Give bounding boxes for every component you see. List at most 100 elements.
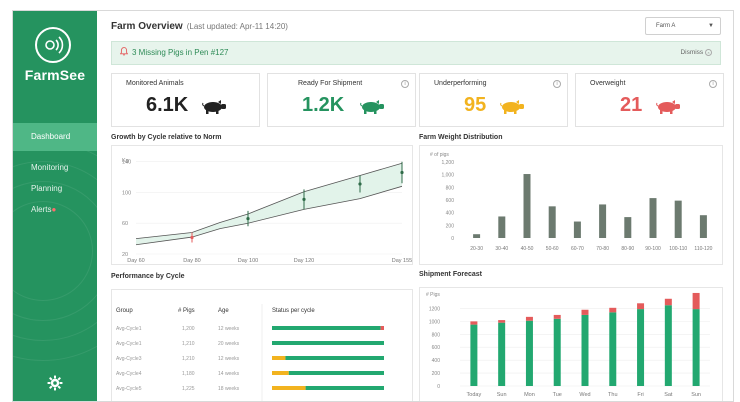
x-tick-label: Day 60 [127,258,144,264]
range-marker-point [190,235,194,240]
sidebar-item-alerts[interactable]: Alerts● [31,205,56,214]
y-tick-label: 200 [446,223,455,229]
pig-tail [656,102,659,107]
pig-leg [216,109,219,114]
table-header: Group [116,308,133,314]
page-title: Farm Overview (Last updated: Apr-11 14:20… [111,21,288,32]
status-bar-green [272,326,381,330]
range-marker-point [400,170,404,175]
shipment-bar-ready [553,318,561,386]
table-cell-group: Avg-Cycle3 [116,356,142,362]
x-tick-label: 40-50 [521,246,534,252]
kpi-label: Overweight [590,80,626,87]
x-tick-label: 90-100 [645,246,661,252]
range-marker-point [358,182,362,186]
y-tick-label: 800 [432,332,441,338]
table-cell-age: 12 weeks [218,326,240,332]
growth-chart-panel: Kg 20 60 100 140 Day 60 Day 80 Day 100 Day 120 Da… [111,145,413,265]
farm-select[interactable]: Farm A ▼ [645,17,721,35]
shipment-bar-overweight [553,314,561,319]
pig-snout [379,104,384,109]
norm-band [136,163,402,245]
pig-shape [500,100,524,114]
info-icon[interactable]: i [401,80,409,88]
x-tick-label: 30-40 [495,246,508,252]
x-tick-label: Today [467,392,482,398]
weight-chart-panel: # of pigs 0 200 400 600 800 1,000 1,200 20-30 30-… [419,145,723,265]
y-tick-label: 0 [451,236,454,242]
info-icon[interactable]: i [553,80,561,88]
shipment-bar-overweight [498,320,506,323]
pig-tail [360,102,363,107]
table-cell-age: 12 weeks [218,356,240,362]
shipment-bar-overweight [637,303,645,310]
pig-snout [221,104,226,109]
table-cell-group: Avg-Cycle4 [116,371,142,377]
shipment-forecast-chart: # Pigs 0 200 400 600 800 1000 1200 Today Sun Mon Tu… [426,292,710,398]
kpi-value: 6.1K [146,94,189,116]
panel-title-shipment: Shipment Forecast [419,271,483,278]
y-axis-label: # of pigs [430,152,449,158]
table-cell-group: Avg-Cycle1 [116,326,142,332]
brand-name: FarmSee [24,67,86,83]
app-frame: FarmSee Dashboard Monitoring Planning Al… [12,10,734,402]
sidebar-decor-ring [13,141,97,361]
shipment-bar-overweight [692,292,700,310]
y-tick-label: 100 [122,190,131,196]
x-tick-label: 70-80 [596,246,609,252]
table-cell-group: Avg-Cycle1 [116,341,142,347]
weight-bar [649,198,657,238]
kpi-card-underperforming: Underperforming i 95 [419,73,568,127]
page-title-text: Farm Overview [111,21,183,32]
x-tick-label: Fri [637,392,643,398]
panel-title-performance: Performance by Cycle [111,273,185,280]
farm-select-value: Farm A [656,23,676,29]
dismiss-button[interactable]: Dismiss × [680,42,712,64]
pig-leg [514,109,517,114]
weight-distribution-chart: # of pigs 0 200 400 600 800 1,000 1,200 20-30 30-… [430,152,713,252]
table-header: # Pigs [178,308,195,314]
shipment-bar-ready [470,324,478,386]
alert-banner: 3 Missing Pigs in Pen #127 Dismiss × [111,41,721,65]
pig-snout [675,104,680,109]
x-tick-label: Mon [524,392,535,398]
y-tick-label: 1,200 [441,160,454,166]
y-tick-label: 60 [122,221,128,227]
info-icon[interactable]: i [709,80,717,88]
weight-bar [498,216,506,238]
pig-snout [519,104,524,109]
status-bar-green [285,356,384,360]
pig-shape [360,100,384,114]
table-cell-pigs: 1,210 [182,341,195,347]
shipment-bar-ready [525,320,533,386]
sidebar-item-monitoring[interactable]: Monitoring [31,163,68,172]
shipment-bar-ready [498,322,506,386]
weight-bar [573,221,581,238]
shipment-bar-overweight [609,307,617,313]
status-bar-yellow [272,371,289,375]
y-tick-label: 0 [437,384,440,390]
x-tick-label: Day 80 [183,258,200,264]
pig-leg [374,109,377,114]
main-content: Farm Overview (Last updated: Apr-11 14:20… [97,11,733,401]
y-tick-label: 1200 [429,306,440,312]
pig-leg [670,109,673,114]
bell-icon [119,47,129,56]
weight-bar [473,234,481,238]
table-cell-pigs: 1,200 [182,326,195,332]
kpi-label: Underperforming [434,80,487,87]
table-header: Status per cycle [272,308,315,314]
x-tick-label: Day 155 [392,258,413,264]
sidebar-item-dashboard[interactable]: Dashboard [13,123,97,151]
kpi-card-ready: Ready For Shipment i 1.2K [267,73,416,127]
status-bar-yellow [272,356,286,360]
y-tick-label: 140 [122,160,131,166]
weight-bar [624,217,632,238]
table-cell-age: 20 weeks [218,341,240,347]
sidebar-item-planning[interactable]: Planning [31,184,62,193]
shipment-bar-overweight [664,298,672,306]
gear-icon[interactable] [47,375,63,391]
x-tick-label: 20-30 [470,246,483,252]
x-tick-label: 80-90 [621,246,634,252]
pig-icon [202,100,226,114]
